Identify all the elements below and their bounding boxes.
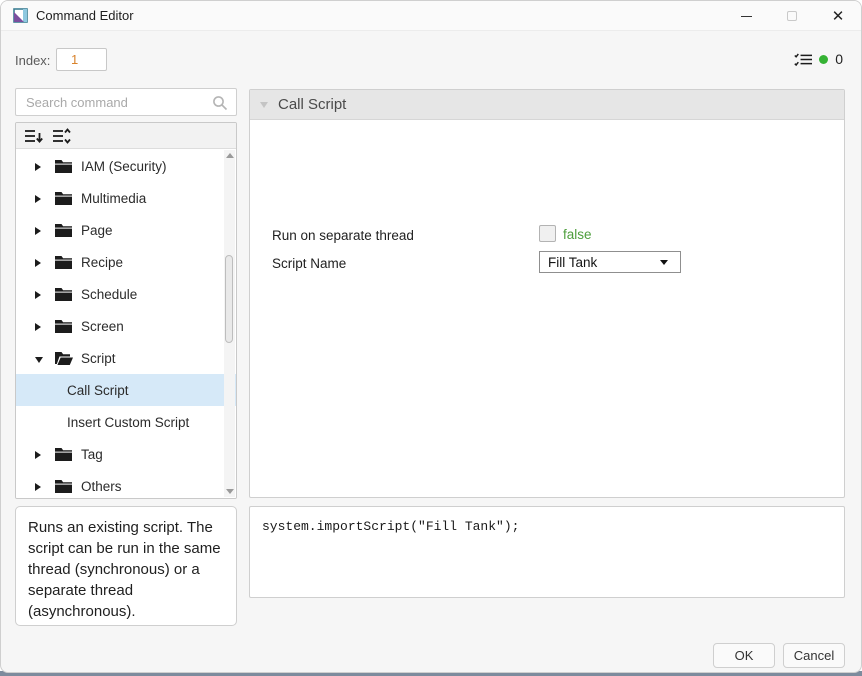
maximize-icon xyxy=(787,11,797,21)
tree-item-screen[interactable]: Screen xyxy=(16,310,236,342)
minimize-button[interactable] xyxy=(723,1,769,31)
collapse-section-icon[interactable] xyxy=(260,101,268,108)
folder-icon xyxy=(55,191,72,205)
status-area: 0 xyxy=(794,51,843,67)
run-on-separate-thread-label: Run on separate thread xyxy=(272,228,414,243)
search-icon xyxy=(212,95,228,111)
properties-title: Call Script xyxy=(278,96,347,113)
minimize-icon xyxy=(740,15,752,17)
tree-item-recipe[interactable]: Recipe xyxy=(16,246,236,278)
command-list-icon[interactable] xyxy=(794,51,813,67)
window-title: Command Editor xyxy=(36,8,134,23)
cancel-button[interactable]: Cancel xyxy=(783,643,845,668)
scrollbar-thumb[interactable] xyxy=(225,255,233,343)
folder-icon xyxy=(55,255,72,269)
error-count: 0 xyxy=(835,51,843,67)
folder-icon xyxy=(55,447,72,461)
scroll-down-icon[interactable] xyxy=(226,489,234,494)
titlebar[interactable]: Command Editor ✕ xyxy=(1,1,861,31)
tree-item-iam-security[interactable]: IAM (Security) xyxy=(16,150,236,182)
app-logo-icon xyxy=(13,8,28,23)
expand-arrow-icon[interactable] xyxy=(35,447,45,462)
expand-arrow-icon[interactable] xyxy=(35,479,45,494)
folder-icon xyxy=(55,159,72,173)
tree-body: IAM (Security) Multimedia Page Recipe Sc… xyxy=(16,150,236,498)
expand-arrow-icon[interactable] xyxy=(35,255,45,270)
search-input[interactable] xyxy=(16,89,236,115)
tree-item-page[interactable]: Page xyxy=(16,214,236,246)
expand-arrow-icon[interactable] xyxy=(35,319,45,334)
expand-arrow-icon[interactable] xyxy=(35,223,45,238)
expand-arrow-icon[interactable] xyxy=(35,287,45,302)
expand-all-icon[interactable] xyxy=(53,127,71,144)
folder-icon xyxy=(55,319,72,333)
expand-arrow-icon[interactable] xyxy=(35,159,45,174)
run-on-separate-thread-checkbox[interactable] xyxy=(539,225,556,242)
folder-icon xyxy=(55,287,72,301)
script-name-dropdown[interactable]: Fill Tank xyxy=(539,251,681,273)
collapse-arrow-icon[interactable] xyxy=(35,351,45,366)
properties-panel: Call Script Run on separate thread false… xyxy=(249,89,845,498)
screen: Command Editor ✕ Index: 1 0 Search comma… xyxy=(0,0,862,676)
tree-item-multimedia[interactable]: Multimedia xyxy=(16,182,236,214)
properties-header[interactable]: Call Script xyxy=(250,90,844,120)
code-preview-box[interactable]: system.importScript("Fill Tank"); xyxy=(249,506,845,598)
status-dot-icon xyxy=(819,54,829,64)
dropdown-selected-value: Fill Tank xyxy=(548,254,598,270)
tree-item-call-script[interactable]: Call Script xyxy=(16,374,236,406)
ok-button[interactable]: OK xyxy=(713,643,775,668)
folder-icon xyxy=(55,479,72,493)
close-button[interactable]: ✕ xyxy=(815,1,861,31)
command-editor-window: Command Editor ✕ Index: 1 0 Search comma… xyxy=(0,0,862,673)
tree-item-insert-custom-script[interactable]: Insert Custom Script xyxy=(16,406,236,438)
tree-item-schedule[interactable]: Schedule xyxy=(16,278,236,310)
checkbox-value: false xyxy=(563,227,592,242)
command-description: Runs an existing script. The script can … xyxy=(15,506,237,626)
maximize-button[interactable] xyxy=(769,1,815,31)
open-folder-icon xyxy=(55,351,73,365)
tree-item-script[interactable]: Script xyxy=(16,342,236,374)
tree-scrollbar[interactable] xyxy=(224,150,235,497)
folder-icon xyxy=(55,223,72,237)
search-box xyxy=(15,88,237,116)
tree-item-tag[interactable]: Tag xyxy=(16,438,236,470)
scroll-up-icon[interactable] xyxy=(226,153,234,158)
script-name-label: Script Name xyxy=(272,256,347,271)
index-input[interactable] xyxy=(56,48,107,71)
close-icon: ✕ xyxy=(831,7,845,25)
chevron-down-icon xyxy=(660,259,668,265)
expand-arrow-icon[interactable] xyxy=(35,191,45,206)
tree-item-others[interactable]: Others xyxy=(16,470,236,498)
command-tree-panel: IAM (Security) Multimedia Page Recipe Sc… xyxy=(15,122,237,499)
index-label: Index: xyxy=(15,53,51,68)
generated-code: system.importScript("Fill Tank"); xyxy=(262,519,520,534)
collapse-all-icon[interactable] xyxy=(25,128,43,144)
tree-toolbar xyxy=(16,123,236,149)
